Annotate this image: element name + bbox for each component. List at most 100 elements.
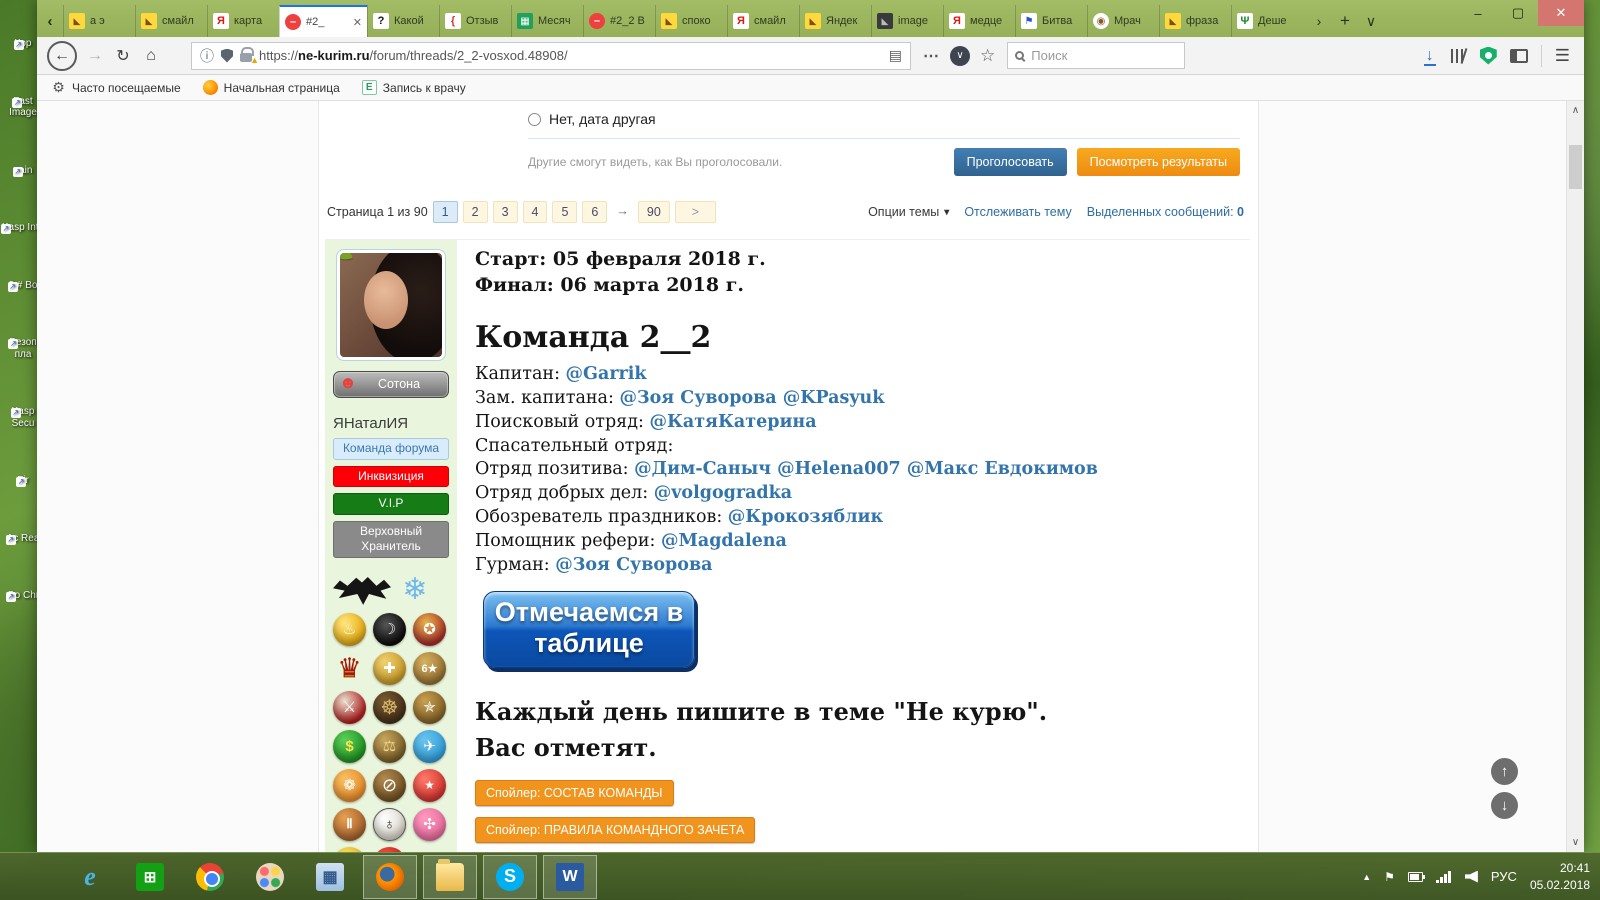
view-results-button[interactable]: Посмотреть результаты	[1076, 148, 1240, 176]
sidebar-toggle-icon[interactable]	[1509, 48, 1528, 63]
medal-icon[interactable]: ⊘	[373, 768, 406, 802]
browser-tab[interactable]: Мрач	[1087, 5, 1159, 37]
page-link[interactable]: 1	[432, 201, 458, 223]
tab-list-caret-icon[interactable]: ∨	[1359, 13, 1383, 30]
browser-tab[interactable]: Месяч	[511, 5, 583, 37]
medal-icon[interactable]: ☽	[373, 612, 406, 646]
browser-tab[interactable]: фраза	[1159, 5, 1231, 37]
downloads-icon[interactable]: ↓	[1422, 47, 1438, 66]
browser-tab[interactable]: Яндек	[799, 5, 871, 37]
browser-tab[interactable]: image	[871, 5, 943, 37]
search-input[interactable]	[1031, 48, 1162, 63]
library-icon[interactable]	[1450, 48, 1467, 64]
volume-icon[interactable]	[1464, 870, 1478, 883]
url-bar[interactable]: ⓘ https://ne-kurim.ru/forum/threads/2_2-…	[191, 41, 911, 70]
selected-posts-link[interactable]: Выделенных сообщений: 0	[1087, 205, 1244, 219]
taskbar-app-button[interactable]	[543, 854, 597, 899]
tray-expand-icon[interactable]: ▲	[1362, 872, 1371, 882]
poll-radio-button[interactable]	[528, 112, 541, 126]
medal-icon[interactable]: ★	[413, 768, 446, 802]
page-actions-icon[interactable]: ⋯	[923, 46, 940, 66]
medal-icon[interactable]: ☸	[373, 690, 406, 724]
reader-mode-icon[interactable]: ▤	[889, 47, 902, 64]
action-center-flag-icon[interactable]: ⚑	[1384, 870, 1395, 884]
thread-options-dropdown[interactable]: Опции темы ▾	[868, 205, 949, 219]
medal-icon[interactable]: 6★	[413, 651, 446, 685]
taskbar-app-button[interactable]	[303, 855, 357, 899]
minimize-button[interactable]: –	[1458, 0, 1498, 26]
page-link[interactable]: 2	[462, 201, 488, 223]
page-info-icon[interactable]: ⓘ	[200, 46, 214, 66]
page-scrollbar[interactable]: ∧ ∨	[1566, 101, 1584, 852]
browser-tab[interactable]: споко	[655, 5, 727, 37]
medal-icon[interactable]: Ⅱ	[333, 807, 366, 841]
taskbar-app-button[interactable]	[63, 855, 117, 899]
network-signal-icon[interactable]	[1435, 870, 1452, 883]
insecure-lock-icon[interactable]	[240, 47, 259, 65]
bookmark-item[interactable]: Часто посещаемые	[51, 80, 181, 95]
medal-icon[interactable]: ✪	[413, 612, 446, 646]
medal-icon[interactable]: ⚔	[333, 690, 366, 724]
pocket-icon[interactable]: ∨	[950, 45, 970, 66]
page-link[interactable]: 6	[582, 201, 608, 223]
tracking-shield-icon[interactable]	[221, 48, 233, 63]
browser-tab[interactable]: а э	[63, 5, 135, 37]
page-link[interactable]: 90	[637, 201, 670, 223]
medal-icon[interactable]	[333, 577, 391, 605]
taskbar-app-button[interactable]	[183, 855, 237, 899]
role-user-links[interactable]: @КатяКатерина	[649, 412, 816, 432]
role-user-links[interactable]: @volgogradka	[654, 483, 792, 503]
medal-icon[interactable]: ✚	[373, 651, 406, 685]
browser-tab[interactable]: #2_ ✕	[279, 5, 367, 37]
bookmark-item[interactable]: Начальная страница	[202, 80, 340, 95]
watch-thread-link[interactable]: Отслеживать тему	[964, 205, 1071, 219]
taskbar-app-button[interactable]	[483, 854, 537, 899]
browser-tab[interactable]: медце	[943, 5, 1015, 37]
scrollbar-down-icon[interactable]: ∨	[1567, 837, 1584, 848]
browser-tab[interactable]: смайл	[727, 5, 799, 37]
browser-tab[interactable]: Деше	[1231, 5, 1303, 37]
scrollbar-up-icon[interactable]: ∧	[1567, 105, 1584, 116]
taskbar-app-button[interactable]	[3, 855, 57, 899]
medal-icon[interactable]: ♛	[333, 652, 366, 685]
medal-icon[interactable]: ⚖	[373, 729, 406, 763]
search-bar[interactable]	[1007, 42, 1186, 69]
battery-icon[interactable]	[1407, 871, 1425, 882]
vote-button[interactable]: Проголосовать	[953, 148, 1067, 176]
back-button[interactable]: ←	[47, 40, 77, 71]
page-link[interactable]: 3	[492, 201, 518, 223]
medal-icon[interactable]: ✯	[413, 690, 446, 724]
medal-icon[interactable]: ✣	[413, 807, 446, 841]
avast-shield-icon[interactable]	[1479, 46, 1497, 65]
spoiler-button[interactable]: Спойлер: СОСТАВ КОМАНДЫ	[475, 779, 674, 806]
role-user-links[interactable]: @Garrik	[566, 364, 647, 384]
medal-icon[interactable]: ❁	[333, 768, 366, 802]
close-button[interactable]: ✕	[1538, 0, 1584, 26]
tab-scroll-right-icon[interactable]: ›	[1307, 13, 1331, 29]
scroll-to-top-button[interactable]: ↑	[1491, 758, 1518, 785]
medal-icon[interactable]: ♁	[373, 807, 406, 841]
role-user-links[interactable]: @Зоя Суворова @KPasyuk	[619, 388, 884, 408]
page-link[interactable]: 4	[522, 201, 548, 223]
medal-icon[interactable]: ❄	[398, 573, 432, 606]
new-tab-button[interactable]: +	[1333, 11, 1357, 31]
role-user-links[interactable]: @Крокозяблик	[728, 507, 883, 527]
tab-close-icon[interactable]: ✕	[353, 16, 362, 29]
mark-in-table-button[interactable]: Отмечаемся в таблице	[483, 591, 695, 668]
bookmark-item[interactable]: Запись к врачу	[361, 80, 466, 95]
browser-tab[interactable]: карта	[207, 5, 279, 37]
home-button[interactable]: ⌂	[137, 42, 165, 70]
browser-tab[interactable]: Битва	[1015, 5, 1087, 37]
tab-scroll-left-icon[interactable]: ‹	[37, 5, 63, 37]
browser-tab[interactable]: смайл	[135, 5, 207, 37]
role-user-links[interactable]: @Magdalena	[661, 531, 787, 551]
hamburger-menu-icon[interactable]: ☰	[1555, 46, 1570, 66]
role-user-links[interactable]: @Дим-Саныч @Helena007 @Макс Евдокимов	[634, 459, 1098, 479]
clock[interactable]: 20:41 05.02.2018	[1530, 860, 1590, 892]
browser-tab[interactable]: #2_2 В	[583, 5, 655, 37]
taskbar-app-button[interactable]	[423, 854, 477, 899]
role-user-links[interactable]: @Зоя Суворова	[555, 555, 712, 575]
taskbar-app-button[interactable]	[363, 854, 417, 899]
medal-icon[interactable]: ✈	[413, 729, 446, 763]
page-link[interactable]: >	[674, 201, 717, 223]
